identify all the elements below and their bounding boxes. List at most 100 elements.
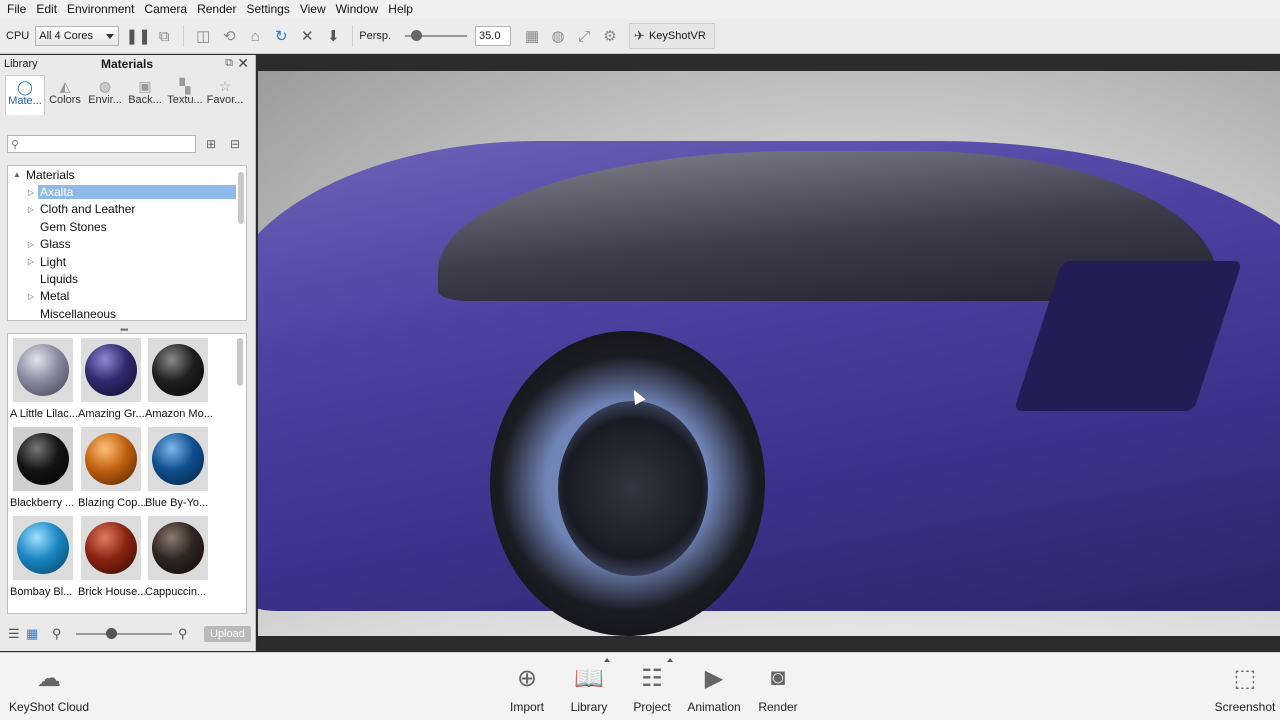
material-tile[interactable]: Brick House... — [78, 516, 146, 598]
tree-item-label: Materials — [26, 167, 75, 182]
project-button[interactable]: ☷ Project — [617, 658, 687, 714]
screenshot-button[interactable]: ⬚ Screenshot — [1210, 661, 1280, 715]
material-tile[interactable]: A Little Lilac... — [10, 338, 78, 420]
toolbar-divider — [183, 25, 185, 47]
fov-slider[interactable] — [405, 30, 468, 41]
search-row: ⚲ ⊞ ⊟ — [7, 135, 244, 153]
fov-input[interactable]: 35.0 — [475, 26, 512, 46]
region-icon[interactable]: ⧉ — [153, 25, 175, 47]
expand-icon[interactable]: ▷ — [26, 205, 36, 214]
tab-materials[interactable]: ◯ Mate... — [5, 75, 45, 115]
menu-view[interactable]: View — [295, 0, 331, 19]
material-swatch — [17, 433, 69, 485]
globe-icon[interactable]: ◍ — [547, 25, 569, 47]
material-swatch — [152, 344, 204, 396]
material-swatch — [85, 433, 137, 485]
tab-label: Envir... — [88, 94, 122, 106]
pause-icon[interactable]: ❚❚ — [126, 25, 151, 47]
import-button[interactable]: ⊕ Import — [492, 661, 562, 715]
expand-icon[interactable]: ▷ — [26, 257, 36, 266]
folder-icon[interactable]: ⊟ — [226, 136, 244, 152]
material-thumbnail — [13, 427, 73, 491]
tree-scrollbar[interactable] — [238, 172, 244, 224]
library-button[interactable]: 📖 Library — [554, 658, 624, 714]
folder-add-icon[interactable]: ⊞ — [202, 136, 220, 152]
tree-item-label: Liquids — [40, 272, 79, 287]
lock-icon[interactable]: ⌂ — [244, 25, 266, 47]
keyshot-cloud-button[interactable]: ☁ KeyShot Cloud — [9, 661, 89, 715]
tree-item-gem-stones[interactable]: Gem Stones — [8, 218, 246, 235]
slider-knob[interactable] — [106, 628, 117, 639]
animation-button[interactable]: ▶ Animation — [679, 661, 749, 715]
refresh-icon[interactable]: ↻ — [270, 25, 292, 47]
zoom-in-icon[interactable]: ⚲ — [178, 626, 196, 642]
tab-environments[interactable]: ◍ Envir... — [85, 75, 125, 115]
menu-edit[interactable]: Edit — [31, 0, 62, 19]
camera-icon[interactable]: ◫ — [192, 25, 214, 47]
material-tile[interactable]: Bombay Bl... — [10, 516, 77, 598]
tree-item-axalta[interactable]: ▷ Axalta — [8, 183, 246, 200]
bottom-bar: ☁ KeyShot Cloud ⊕ Import 📖 Library ☷ Pro… — [0, 652, 1280, 720]
thumbnail-size-slider[interactable] — [76, 628, 172, 639]
tab-colors[interactable]: ◭ Colors — [45, 75, 85, 115]
tab-favorites[interactable]: ☆ Favor... — [205, 75, 245, 115]
tab-backplates[interactable]: ▣ Back... — [125, 75, 165, 115]
tree-item-liquids[interactable]: Liquids — [8, 270, 246, 287]
menu-environment[interactable]: Environment — [62, 0, 139, 19]
tree-item-metal[interactable]: ▷ Metal — [8, 288, 246, 305]
zoom-out-icon[interactable]: ⚲ — [52, 626, 70, 642]
expand-icon[interactable]: ▷ — [26, 292, 36, 301]
tab-textures[interactable]: ▚ Textu... — [165, 75, 205, 115]
material-tile[interactable]: Cappuccin... — [145, 516, 212, 598]
library-panel: Library Materials ⧉ ✕ ◯ Mate... ◭ Colors… — [0, 55, 256, 651]
download-icon[interactable]: ⬇ — [322, 25, 344, 47]
material-swatch — [17, 344, 69, 396]
material-thumbnail — [148, 338, 208, 402]
tab-label: Back... — [128, 94, 162, 106]
viewport-bottom-border — [258, 636, 1280, 651]
slider-knob[interactable] — [411, 30, 423, 41]
menu-render[interactable]: Render — [192, 0, 241, 19]
menu-settings[interactable]: Settings — [241, 0, 294, 19]
menu-help[interactable]: Help — [383, 0, 418, 19]
reset-camera-icon[interactable]: ⟲ — [218, 25, 240, 47]
project-icon: ☷ — [641, 664, 663, 692]
menu-file[interactable]: File — [2, 0, 31, 19]
tree-item-glass[interactable]: ▷ Glass — [8, 236, 246, 253]
menu-window[interactable]: Window — [331, 0, 384, 19]
grid-icon[interactable]: ▦ — [521, 25, 543, 47]
favorites-icon: ☆ — [218, 78, 232, 94]
perspective-label: Persp. — [359, 30, 392, 42]
settings-gear-icon[interactable]: ⚙ — [599, 25, 621, 47]
library-search-input[interactable]: ⚲ — [7, 135, 196, 153]
menu-camera[interactable]: Camera — [139, 0, 192, 19]
grid-scrollbar[interactable] — [237, 338, 243, 386]
upload-button[interactable]: Upload — [204, 626, 251, 642]
list-view-icon[interactable]: ☰ — [8, 626, 26, 642]
close-icon[interactable]: ✕ — [237, 55, 249, 72]
caret-up-icon — [667, 658, 673, 662]
tree-item-cloth-and-leather[interactable]: ▷ Cloth and Leather — [8, 201, 246, 218]
tree-item-materials[interactable]: ▲ Materials — [8, 166, 246, 183]
expand-icon[interactable]: ⤢ — [573, 25, 595, 47]
chevron-down-icon — [106, 34, 115, 39]
tree-item-miscellaneous[interactable]: Miscellaneous — [8, 305, 246, 320]
render-button[interactable]: ◙ Render — [743, 661, 813, 714]
popout-icon[interactable]: ⧉ — [225, 57, 233, 70]
material-tile[interactable]: Blazing Cop... — [78, 427, 146, 509]
material-tile[interactable]: Blue By-Yo... — [145, 427, 212, 509]
render-viewport[interactable] — [258, 71, 1280, 636]
tree-item-light[interactable]: ▷ Light — [8, 253, 246, 270]
material-tile[interactable]: Blackberry ... — [10, 427, 77, 509]
cpu-cores-select[interactable]: All 4 Cores — [35, 26, 120, 46]
material-tile[interactable]: Amazing Gr... — [78, 338, 145, 420]
material-tile[interactable]: Amazon Mo... — [145, 338, 213, 420]
expand-icon[interactable]: ▷ — [26, 240, 36, 249]
keyshot-vr-button[interactable]: ✈ KeyShotVR — [629, 23, 715, 49]
expand-icon[interactable]: ▷ — [26, 188, 36, 197]
grid-view-icon[interactable]: ▦ — [26, 626, 44, 642]
panel-footer: ☰ ▦ ⚲ ⚲ Upload — [0, 623, 256, 645]
vr-icon: ✈ — [634, 28, 645, 43]
fit-icon[interactable]: ✕ — [296, 25, 318, 47]
expand-icon[interactable]: ▲ — [12, 170, 22, 179]
